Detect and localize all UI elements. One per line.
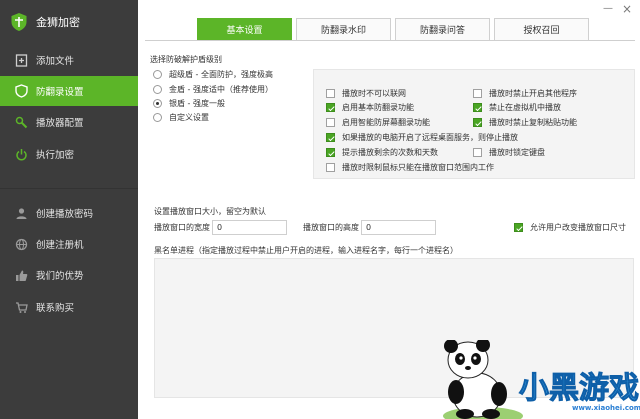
radio-button[interactable] [153,98,162,108]
radio-custom[interactable]: 自定义设置 [153,111,209,123]
option-basic-anti-record[interactable]: 启用基本防翻录功能 [326,102,414,113]
checkbox[interactable] [473,118,482,127]
wrench-icon [14,115,28,129]
tab-qa[interactable]: 防翻录问答 [395,18,490,40]
checkbox[interactable] [326,133,335,142]
sidebar-item-create-keygen[interactable]: 创建注册机 [0,229,138,259]
checkbox[interactable] [326,148,335,157]
checkbox[interactable] [326,103,335,112]
sidebar-item-label: 防翻录设置 [36,87,84,98]
tab-underline [145,40,635,41]
watermark-url: www.xiaohei.com [572,404,640,412]
option-no-vm[interactable]: 禁止在虚拟机中播放 [473,102,561,113]
option-label: 播放时锁定键盘 [489,148,545,157]
option-label: 提示播放剩余的次数和天数 [342,148,438,157]
sidebar-item-label: 执行加密 [36,150,75,161]
sidebar-divider [0,188,138,189]
tab-basic-settings[interactable]: 基本设置 [197,18,292,40]
checkbox[interactable] [473,148,482,157]
app-name: 金狮加密 [36,16,80,29]
radio-gold-shield[interactable]: 金盾 - 强度适中（推荐使用） [153,83,273,95]
checkbox[interactable] [473,89,482,98]
sidebar: 金狮加密 添加文件 防翻录设置 播放器配置 执行加密 创建播放密码 创建注册机 … [0,0,138,419]
option-allow-resize[interactable]: 允许用户改变播放窗口尺寸 [514,222,626,233]
window-size-title: 设置播放窗口大小，留空为默认 [154,207,266,216]
window-height-input[interactable]: 0 [361,220,436,235]
option-restrict-mouse[interactable]: 播放时限制鼠标只能在播放窗口范围内工作 [326,162,494,173]
checkbox[interactable] [326,118,335,127]
checkbox[interactable] [514,223,523,232]
option-lock-keyboard[interactable]: 播放时锁定键盘 [473,147,545,158]
option-no-network[interactable]: 播放时不可以联网 [326,88,406,99]
cart-icon [14,300,28,314]
user-icon [14,206,28,220]
sidebar-item-advantages[interactable]: 我们的优势 [0,260,138,290]
brand: 金狮加密 [0,0,138,44]
tab-bar: 基本设置 防翻录水印 防翻录问答 授权召回 [197,18,593,40]
radio-button[interactable] [153,84,162,94]
power-icon [14,147,28,161]
sidebar-item-label: 我们的优势 [36,271,84,282]
option-label: 播放时限制鼠标只能在播放窗口范围内工作 [342,163,494,172]
globe-icon [14,237,28,251]
option-label: 播放时不可以联网 [342,89,406,98]
checkbox[interactable] [473,103,482,112]
option-label: 允许用户改变播放窗口尺寸 [530,223,626,232]
thumbs-up-icon [14,268,28,282]
option-label: 启用基本防翻录功能 [342,103,414,112]
option-remote-desktop-stop[interactable]: 如果播放的电脑开启了远程桌面服务，则停止播放 [326,132,518,143]
option-no-copy-paste[interactable]: 播放时禁止复制粘贴功能 [473,117,577,128]
option-label: 播放时禁止复制粘贴功能 [489,118,577,127]
add-file-icon [14,53,28,67]
option-label: 禁止在虚拟机中播放 [489,103,561,112]
close-button[interactable]: × [622,3,632,15]
radio-label: 银盾 - 强度一般 [169,98,225,108]
sidebar-item-label: 创建播放密码 [36,209,94,220]
sidebar-item-label: 添加文件 [36,56,75,67]
radio-silver-shield[interactable]: 银盾 - 强度一般 [153,97,225,109]
sidebar-item-create-password[interactable]: 创建播放密码 [0,198,138,228]
checkbox[interactable] [326,89,335,98]
radio-label: 金盾 - 强度适中（推荐使用） [169,84,273,94]
radio-super-shield[interactable]: 超级盾 - 全面防护，强度极高 [153,68,273,80]
sidebar-item-player-config[interactable]: 播放器配置 [0,107,138,137]
radio-button[interactable] [153,112,162,122]
shield-logo-icon [11,13,27,31]
radio-label: 自定义设置 [169,112,209,122]
checkbox[interactable] [326,163,335,172]
window-width-label: 播放窗口的宽度 [154,223,210,232]
sidebar-item-label: 创建注册机 [36,240,84,251]
watermark-text: 小黑游戏 [519,371,639,406]
option-show-remaining[interactable]: 提示播放剩余的次数和天数 [326,147,438,158]
radio-button[interactable] [153,69,162,79]
window-width-input[interactable]: 0 [212,220,287,235]
option-no-other-programs[interactable]: 播放时禁止开启其他程序 [473,88,577,99]
sidebar-item-label: 联系购买 [36,303,75,314]
sidebar-item-encrypt[interactable]: 执行加密 [0,139,138,169]
window-height-label: 播放窗口的高度 [303,223,359,232]
option-label: 启用智能防屏幕翻录功能 [342,118,430,127]
tab-license-recall[interactable]: 授权召回 [494,18,589,40]
sidebar-item-add-file[interactable]: 添加文件 [0,45,138,75]
shield-icon [14,84,28,98]
radio-label: 超级盾 - 全面防护，强度极高 [169,69,273,79]
minimize-button[interactable]: — [603,4,613,14]
option-label: 播放时禁止开启其他程序 [489,89,577,98]
blacklist-title: 黑名单进程（指定播放过程中禁止用户开启的进程，输入进程名字，每行一个进程名） [154,246,458,255]
protection-title: 选择防破解护盾级别 [150,55,222,64]
option-label: 如果播放的电脑开启了远程桌面服务，则停止播放 [342,133,518,142]
tab-watermark[interactable]: 防翻录水印 [296,18,391,40]
sidebar-item-label: 播放器配置 [36,118,84,129]
option-smart-screen-anti-record[interactable]: 启用智能防屏幕翻录功能 [326,117,430,128]
sidebar-item-purchase[interactable]: 联系购买 [0,292,138,322]
sidebar-item-anti-record[interactable]: 防翻录设置 [0,76,138,106]
